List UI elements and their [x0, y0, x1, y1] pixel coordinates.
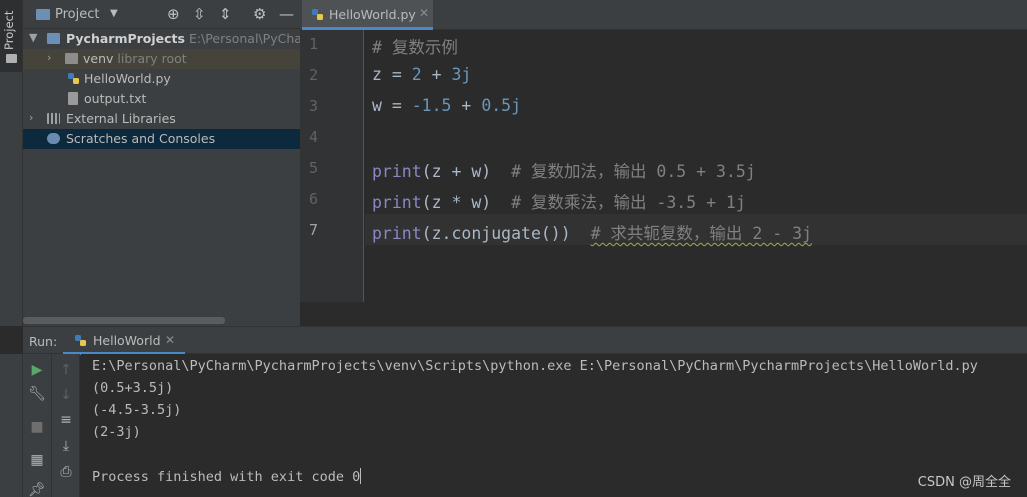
text-caret — [360, 468, 362, 484]
tab-label: HelloWorld.py — [329, 7, 416, 22]
editor-tab-bar: HelloWorld.py ✕ — [300, 0, 1027, 30]
scroll-to-end-icon[interactable]: ⤓ — [56, 438, 76, 454]
bottom-left-tool-strip — [0, 354, 23, 497]
chevron-right-icon[interactable]: › — [29, 111, 33, 124]
line-number: 5 — [308, 159, 318, 177]
python-file-icon — [312, 9, 323, 20]
python-file-icon — [75, 335, 86, 346]
line-number: 7 — [308, 221, 318, 239]
chevron-down-icon[interactable]: ▼ — [29, 31, 37, 44]
line-number: 6 — [308, 190, 318, 208]
tree-item-pycharmprojects[interactable]: ▼ PycharmProjects E:\Personal\PyCharm\ — [23, 29, 323, 49]
code-line[interactable]: print(z + w) # 复数加法，输出 0.5 + 3.5j — [372, 158, 756, 182]
editor-bottom-area — [300, 302, 1027, 326]
project-panel-header: Project ▼ ⊕ ⇳ ⇕ ⚙ — — [23, 0, 300, 29]
console-toolbar: ↑ ↓ ≡ ⤓ ⎙ — [52, 354, 80, 497]
console-line: E:\Personal\PyCharm\PycharmProjects\venv… — [92, 358, 978, 374]
tree-item-external-libraries[interactable]: › External Libraries — [23, 109, 300, 129]
folder-icon — [47, 33, 60, 44]
rerun-icon[interactable]: ▶ — [27, 362, 47, 378]
chevron-down-icon[interactable]: ▼ — [110, 8, 118, 19]
horizontal-scrollbar[interactable] — [23, 317, 225, 324]
project-tool-window-tab[interactable]: Project — [0, 0, 22, 72]
folder-icon — [65, 53, 78, 64]
text-file-icon — [68, 92, 78, 105]
folder-icon — [6, 54, 17, 63]
run-panel-header: Run: HelloWorld ✕ — [23, 326, 1027, 355]
line-number-gutter: 1 2 3 4 5 6 7 — [300, 30, 364, 302]
tree-item-hint: library root — [117, 51, 187, 66]
watermark: CSDN @周全全 — [917, 475, 1011, 490]
arrow-down-icon[interactable]: ↓ — [56, 387, 76, 403]
tree-item-label: PycharmProjects — [66, 31, 185, 46]
library-icon — [47, 113, 60, 124]
code-line[interactable]: print(z * w) # 复数乘法，输出 -3.5 + 1j — [372, 189, 746, 213]
minimize-icon[interactable]: — — [279, 5, 294, 23]
left-tool-strip: Project — [0, 0, 23, 326]
tree-item-label: venv — [83, 51, 114, 66]
tree-item-label: HelloWorld.py — [84, 71, 171, 86]
chevron-right-icon[interactable]: › — [47, 51, 51, 64]
python-file-icon — [68, 73, 79, 84]
code-line[interactable]: print(z.conjugate()) # 求共轭复数，输出 2 - 3j — [372, 220, 812, 244]
run-tab-helloworld[interactable]: HelloWorld ✕ — [63, 327, 185, 355]
console-line: (0.5+3.5j) — [92, 380, 174, 396]
console-line: (2-3j) — [92, 424, 141, 440]
arrow-up-icon[interactable]: ↑ — [56, 362, 76, 378]
print-icon[interactable]: ⎙ — [56, 464, 76, 480]
tree-item-label: External Libraries — [66, 111, 176, 126]
console-line: (-4.5-3.5j) — [92, 402, 182, 418]
pin-icon[interactable]: 📌︎ — [27, 482, 47, 497]
code-line[interactable]: # 复数示例 — [372, 34, 458, 58]
scratches-icon — [47, 133, 60, 144]
layout-icon[interactable]: ▦ — [27, 452, 47, 468]
tree-item-venv[interactable]: › venv library root — [23, 49, 300, 69]
stop-icon[interactable]: ■ — [27, 419, 47, 435]
expand-all-icon[interactable]: ⇳ — [193, 5, 206, 23]
line-number: 4 — [308, 128, 318, 146]
line-number: 1 — [308, 35, 318, 53]
code-editor[interactable]: # 复数示例 z = 2 + 3j w = -1.5 + 0.5j print(… — [365, 30, 1027, 302]
code-line[interactable]: z = 2 + 3j — [372, 65, 471, 84]
line-number: 2 — [308, 66, 318, 84]
soft-wrap-icon[interactable]: ≡ — [56, 412, 76, 428]
close-icon[interactable]: ✕ — [419, 6, 429, 20]
tab-helloworld-py[interactable]: HelloWorld.py ✕ — [302, 0, 433, 30]
project-tool-window-label[interactable]: Project — [2, 11, 16, 50]
run-tab-label: HelloWorld — [93, 333, 161, 348]
tree-item-output-txt[interactable]: output.txt — [23, 89, 300, 109]
wrench-icon[interactable]: 🔧︎ — [27, 386, 47, 402]
tree-item-label: output.txt — [84, 91, 147, 106]
run-toolbar: ▶ 🔧︎ ■ ▦ 📌︎ — [23, 354, 52, 497]
run-panel-label: Run: — [29, 334, 58, 349]
collapse-all-icon[interactable]: ⇕ — [219, 5, 232, 23]
tree-item-scratches[interactable]: Scratches and Consoles — [23, 129, 300, 149]
folder-icon — [36, 9, 50, 20]
code-line[interactable]: w = -1.5 + 0.5j — [372, 96, 521, 115]
tree-item-helloworld[interactable]: HelloWorld.py — [23, 69, 300, 89]
console-line: Process finished with exit code 0 — [92, 468, 362, 485]
tree-item-label: Scratches and Consoles — [66, 131, 216, 146]
line-number: 3 — [308, 97, 318, 115]
crosshair-icon[interactable]: ⊕ — [167, 5, 180, 23]
gear-icon[interactable]: ⚙ — [253, 5, 266, 23]
close-icon[interactable]: ✕ — [165, 333, 175, 347]
console-output[interactable]: E:\Personal\PyCharm\PycharmProjects\venv… — [81, 354, 1027, 497]
project-panel: Project ▼ ⊕ ⇳ ⇕ ⚙ — ▼ PycharmProjects E:\… — [23, 0, 323, 326]
project-view-selector[interactable]: Project — [55, 7, 99, 22]
